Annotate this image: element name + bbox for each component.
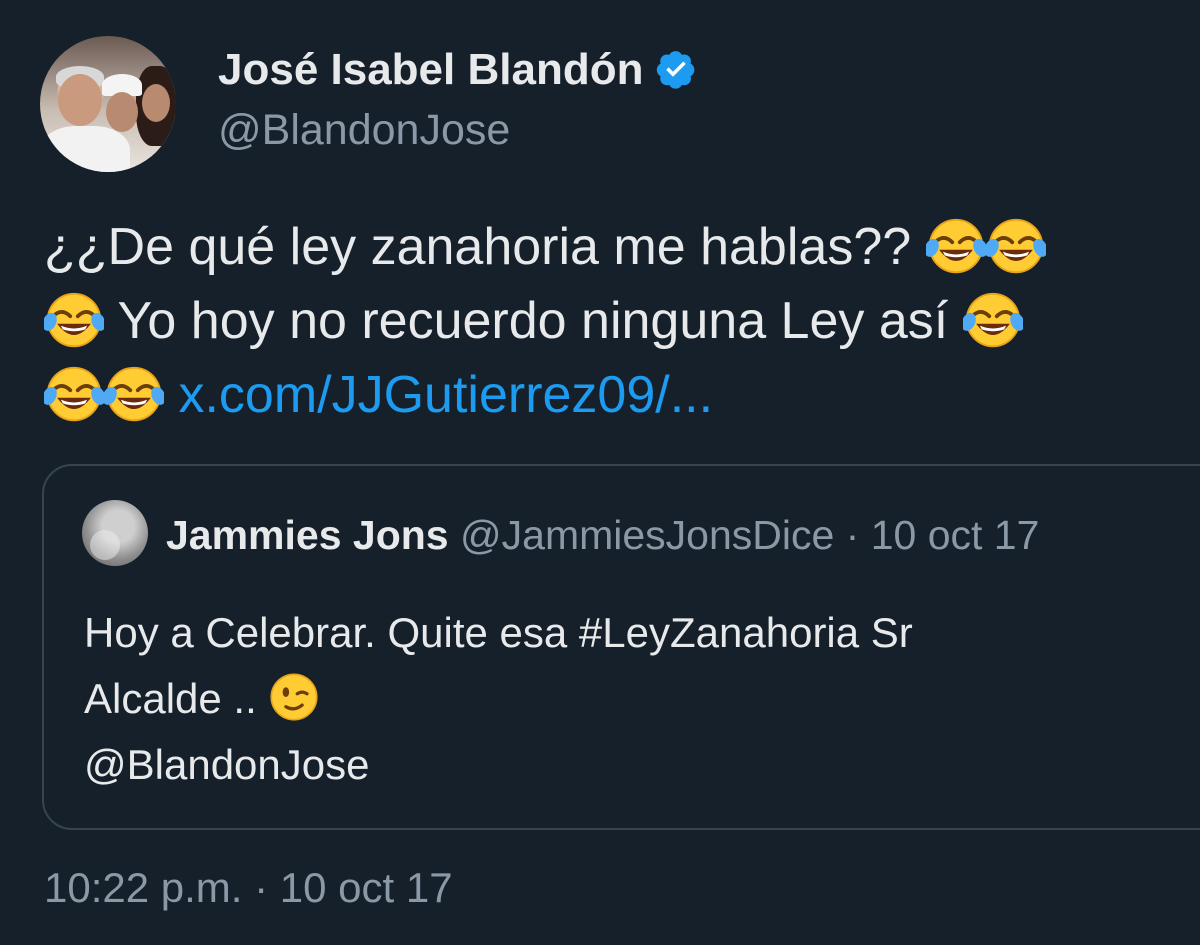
quoted-tweet-header: Jammies Jons @JammiesJonsDice · 10 oct 1… (166, 510, 1039, 560)
quoted-author-name[interactable]: Jammies Jons (166, 512, 449, 558)
tweet-line-2: Yo hoy no recuerdo ninguna Ley así (44, 284, 1200, 358)
tears-of-joy-emoji-icon (986, 216, 1046, 276)
quoted-line-2-text: Alcalde .. (84, 675, 269, 722)
tweet-line-3: x.com/JJGutierrez09/... (44, 358, 1200, 432)
quoted-line-1: Hoy a Celebrar. Quite esa #LeyZanahoria … (84, 609, 913, 656)
winking-face-emoji-icon (268, 671, 320, 723)
author-name-row[interactable]: José Isabel Blandón (218, 44, 697, 96)
tears-of-joy-emoji-icon (44, 290, 104, 350)
tears-of-joy-emoji-icon (104, 364, 164, 424)
tears-of-joy-emoji-icon (963, 290, 1023, 350)
quoted-tweet-card[interactable]: Jammies Jons @JammiesJonsDice · 10 oct 1… (42, 464, 1200, 830)
tweet-line-1: ¿¿De qué ley zanahoria me hablas?? (44, 210, 1200, 284)
author-avatar[interactable] (40, 36, 176, 172)
tears-of-joy-emoji-icon (44, 364, 104, 424)
tweet-line-2-text: Yo hoy no recuerdo ninguna Ley así (104, 292, 963, 350)
author-name[interactable]: José Isabel Blandón (218, 45, 643, 94)
quoted-author-handle[interactable]: @JammiesJonsDice (460, 512, 834, 558)
tweet-timestamp[interactable]: 10:22 p.m. · 10 oct 17 (44, 862, 453, 914)
verified-badge-icon (657, 51, 695, 89)
tweet-text: ¿¿De qué ley zanahoria me hablas?? Yo ho… (44, 210, 1200, 432)
quoted-author-avatar[interactable] (82, 500, 148, 566)
tweet-line-1-text: ¿¿De qué ley zanahoria me hablas?? (44, 218, 926, 276)
quoted-tweet-date[interactable]: 10 oct 17 (871, 512, 1040, 558)
quoted-separator: · (834, 512, 871, 558)
quoted-line-2: Alcalde .. (84, 666, 913, 732)
quoted-tweet-text: Hoy a Celebrar. Quite esa #LeyZanahoria … (84, 600, 913, 798)
quoted-mention[interactable]: @BlandonJose (84, 732, 913, 798)
tears-of-joy-emoji-icon (926, 216, 986, 276)
tweet-link[interactable]: x.com/JJGutierrez09/... (178, 366, 713, 424)
author-handle[interactable]: @BlandonJose (218, 104, 510, 156)
